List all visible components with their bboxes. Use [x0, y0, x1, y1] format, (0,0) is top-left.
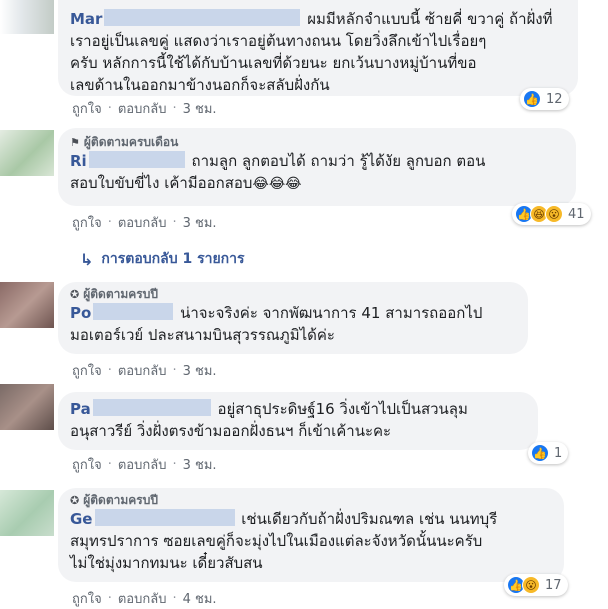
separator-dot: ·: [107, 101, 112, 116]
comment-actions: ถูกใจ · ตอบกลับ · 3 ชม.: [72, 360, 217, 381]
wow-icon: 😮: [545, 205, 563, 223]
blurred-name: [104, 9, 301, 26]
comment-actions: ถูกใจ · ตอบกลับ · 3 ชม.: [72, 98, 217, 119]
member-badge[interactable]: ✪ ผู้ติดตามครบปี: [70, 492, 550, 508]
separator-dot: ·: [172, 215, 177, 230]
commenter-name[interactable]: Pa: [70, 400, 91, 418]
wow-icon: 😮: [522, 576, 540, 594]
comment-bubble: ✪ ผู้ติดตามครบปี Ge เช่นเดียวกับถ้าฝั่งป…: [58, 488, 564, 582]
reply-button[interactable]: ตอบกลับ: [118, 454, 167, 475]
reaction-count: 1: [554, 445, 563, 461]
comment-bubble: ✪ ผู้ติดตามครบปี Po น่าจะจริงค่ะ จากพัฒน…: [58, 282, 528, 354]
like-button[interactable]: ถูกใจ: [72, 454, 102, 475]
like-button[interactable]: ถูกใจ: [72, 98, 102, 119]
comment-actions: ถูกใจ · ตอบกลับ · 3 ชม.: [72, 212, 217, 233]
reply-button[interactable]: ตอบกลับ: [118, 212, 167, 233]
view-replies-link[interactable]: ↳ การตอบกลับ 1 รายการ: [80, 248, 245, 270]
star-badge-icon: ✪: [70, 287, 80, 301]
avatar[interactable]: [0, 0, 54, 34]
blurred-name: [92, 399, 211, 416]
comment-text: Pa อยู่สาธุประดิษฐ์16 วิ่งเข้าไปเป็นสวนล…: [70, 399, 468, 440]
reply-button[interactable]: ตอบกลับ: [118, 360, 167, 381]
timestamp[interactable]: 3 ชม.: [183, 360, 217, 381]
blurred-name: [93, 303, 174, 320]
commenter-name[interactable]: Mar: [70, 10, 102, 28]
comment-text: Po น่าจะจริงค่ะ จากพัฒนาการ 41 สามารถออก…: [70, 303, 483, 344]
blurred-name: [94, 509, 235, 526]
blurred-name: [88, 151, 185, 168]
separator-dot: ·: [172, 591, 177, 606]
reply-button[interactable]: ตอบกลับ: [118, 98, 167, 119]
comment-text: Ri ถามลูก ลูกตอบได้ ถามว่า รู้ได้งัย ลูก…: [70, 151, 486, 192]
separator-dot: ·: [172, 363, 177, 378]
comment-bubble: Mar ผมมีหลักจำแบบนี้ ซ้ายคี่ ขวาคู่ ถ้าฝ…: [58, 0, 578, 96]
avatar[interactable]: [0, 130, 54, 176]
comment-text: Mar ผมมีหลักจำแบบนี้ ซ้ายคี่ ขวาคู่ ถ้าฝ…: [70, 9, 553, 94]
reaction-summary[interactable]: 👍 12: [520, 88, 569, 110]
star-badge-icon: ✪: [70, 493, 80, 507]
separator-dot: ·: [172, 101, 177, 116]
comment-bubble: Pa อยู่สาธุประดิษฐ์16 วิ่งเข้าไปเป็นสวนล…: [58, 392, 538, 450]
separator-dot: ·: [107, 457, 112, 472]
like-button[interactable]: ถูกใจ: [72, 212, 102, 233]
comment-bubble: ⚑ ผู้ติดตามครบเดือน Ri ถามลูก ลูกตอบได้ …: [58, 128, 576, 206]
like-icon: 👍: [531, 444, 549, 462]
comment-text: Ge เช่นเดียวกับถ้าฝั่งปริมณฑล เช่น นนทบุ…: [70, 509, 498, 572]
reaction-summary[interactable]: 👍 😮 17: [504, 574, 568, 596]
avatar[interactable]: [0, 490, 54, 536]
reaction-count: 41: [568, 206, 585, 222]
reply-arrow-icon: ↳: [80, 249, 94, 269]
timestamp[interactable]: 3 ชม.: [183, 454, 217, 475]
reaction-summary[interactable]: 👍 1: [528, 442, 569, 464]
member-badge[interactable]: ⚑ ผู้ติดตามครบเดือน: [70, 134, 562, 150]
timestamp[interactable]: 3 ชม.: [183, 212, 217, 233]
avatar[interactable]: [0, 384, 54, 430]
separator-dot: ·: [107, 363, 112, 378]
timestamp[interactable]: 3 ชม.: [183, 98, 217, 119]
comment-actions: ถูกใจ · ตอบกลับ · 3 ชม.: [72, 454, 217, 475]
separator-dot: ·: [107, 215, 112, 230]
separator-dot: ·: [107, 591, 112, 606]
like-icon: 👍: [523, 90, 541, 108]
avatar[interactable]: [0, 282, 54, 328]
commenter-name[interactable]: Ge: [70, 510, 93, 528]
separator-dot: ·: [172, 457, 177, 472]
reaction-count: 12: [546, 91, 563, 107]
like-button[interactable]: ถูกใจ: [72, 360, 102, 381]
laughing-emoji: 😂😂😂: [252, 176, 302, 192]
member-badge[interactable]: ✪ ผู้ติดตามครบปี: [70, 286, 514, 302]
commenter-name[interactable]: Ri: [70, 152, 87, 170]
reaction-count: 17: [545, 577, 562, 593]
reaction-summary[interactable]: 👍 😆 😮 41: [512, 203, 591, 225]
flag-icon: ⚑: [70, 135, 80, 149]
commenter-name[interactable]: Po: [70, 304, 91, 322]
